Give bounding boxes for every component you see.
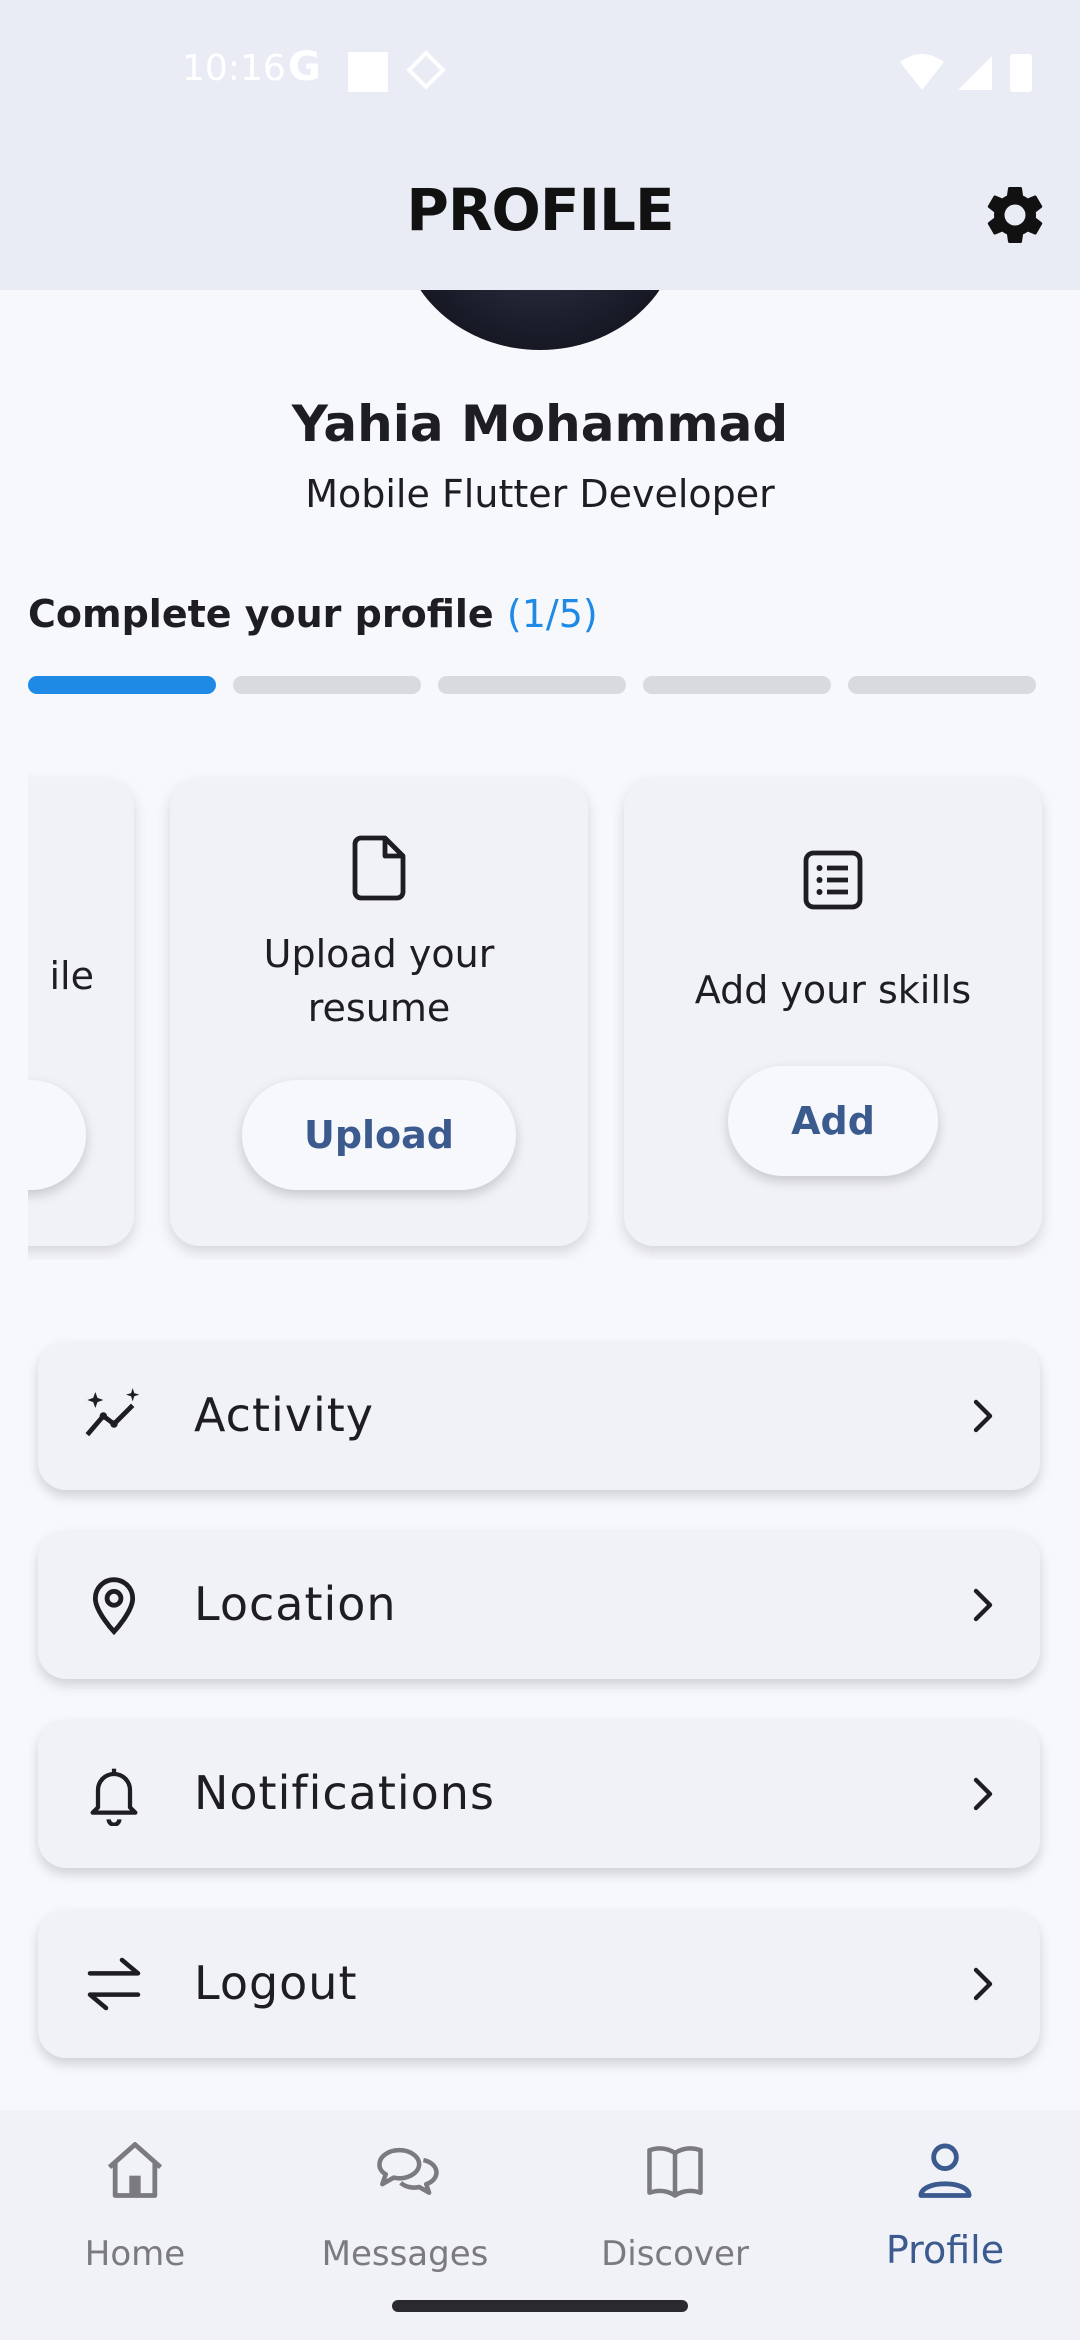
chevron-right-icon: [973, 1967, 993, 2001]
activity-sparkle-icon: [85, 1388, 140, 1437]
status-icons: [900, 54, 1032, 92]
progress-segment: [643, 676, 831, 694]
chevron-right-icon: [973, 1777, 993, 1811]
nav-label: Home: [84, 2234, 186, 2274]
menu-label: Notifications: [194, 1766, 495, 1820]
nav-item-discover[interactable]: Discover: [540, 2136, 810, 2286]
nav-label: Messages: [321, 2234, 489, 2274]
upload-resume-card: Upload your resume Upload: [170, 778, 588, 1246]
nav-label: Discover: [601, 2234, 749, 2274]
notification-square-icon: [348, 52, 388, 92]
book-icon: [647, 2146, 703, 2198]
menu-label: Activity: [194, 1388, 375, 1442]
user-name: Yahia Mohammad: [291, 395, 789, 453]
nav-item-messages[interactable]: Messages: [270, 2136, 540, 2286]
profile-progress-bar: [28, 676, 1052, 694]
battery-icon: [1010, 54, 1032, 92]
card-text-line1: Upload your: [263, 932, 495, 976]
page-title: PROFILE: [406, 176, 674, 244]
nav-item-profile[interactable]: Profile: [810, 2136, 1080, 2286]
menu-label: Location: [194, 1577, 397, 1631]
complete-profile-heading: Complete your profile (1/5): [28, 592, 598, 636]
profile-task-card: ile: [28, 778, 134, 1246]
person-icon: [918, 2143, 972, 2198]
menu-item-notifications[interactable]: Notifications: [38, 1720, 1040, 1868]
home-icon: [107, 2142, 163, 2198]
card-text-line2: resume: [307, 986, 451, 1030]
card-text: ile: [49, 954, 95, 998]
status-time: 10:16: [182, 48, 286, 89]
menu-item-location[interactable]: Location: [38, 1531, 1040, 1679]
chevron-right-icon: [973, 1588, 993, 1622]
list-icon: [803, 850, 863, 910]
menu-item-activity[interactable]: Activity: [38, 1342, 1040, 1490]
file-icon: [352, 835, 406, 901]
menu-label: Logout: [194, 1956, 358, 2010]
complete-profile-count: (1/5): [506, 592, 598, 636]
progress-segment: [233, 676, 421, 694]
status-bar: 10:16 G: [0, 38, 1080, 102]
swap-arrows-icon: [87, 1957, 141, 2011]
user-role: Mobile Flutter Developer: [305, 472, 775, 516]
bell-icon: [90, 1768, 138, 1826]
profile-tasks-carousel[interactable]: ile Upload your resume Upload Add your s…: [28, 760, 1080, 1260]
chat-bubbles-icon: [377, 2147, 439, 2195]
settings-gear-icon[interactable]: [980, 180, 1050, 250]
card-text: Add your skills: [694, 968, 972, 1012]
signal-icon: [958, 56, 992, 90]
chevron-right-icon: [973, 1399, 993, 1433]
complete-profile-label: Complete your profile: [28, 592, 494, 636]
nav-item-home[interactable]: Home: [0, 2136, 270, 2286]
add-skills-card: Add your skills Add: [624, 778, 1042, 1246]
progress-segment: [28, 676, 216, 694]
upload-button[interactable]: Upload: [242, 1080, 516, 1190]
card-button[interactable]: [28, 1080, 86, 1190]
nav-label: Profile: [885, 2228, 1005, 2272]
add-skills-button[interactable]: Add: [728, 1066, 938, 1176]
progress-segment: [848, 676, 1036, 694]
home-indicator[interactable]: [392, 2300, 688, 2312]
progress-segment: [438, 676, 626, 694]
app-header: 10:16 G PROFILE: [0, 0, 1080, 290]
location-pin-icon: [92, 1577, 136, 1636]
wifi-icon: [900, 54, 944, 90]
menu-item-logout[interactable]: Logout: [38, 1910, 1040, 2058]
google-icon: G: [288, 44, 321, 90]
notification-diamond-icon: [406, 50, 446, 90]
